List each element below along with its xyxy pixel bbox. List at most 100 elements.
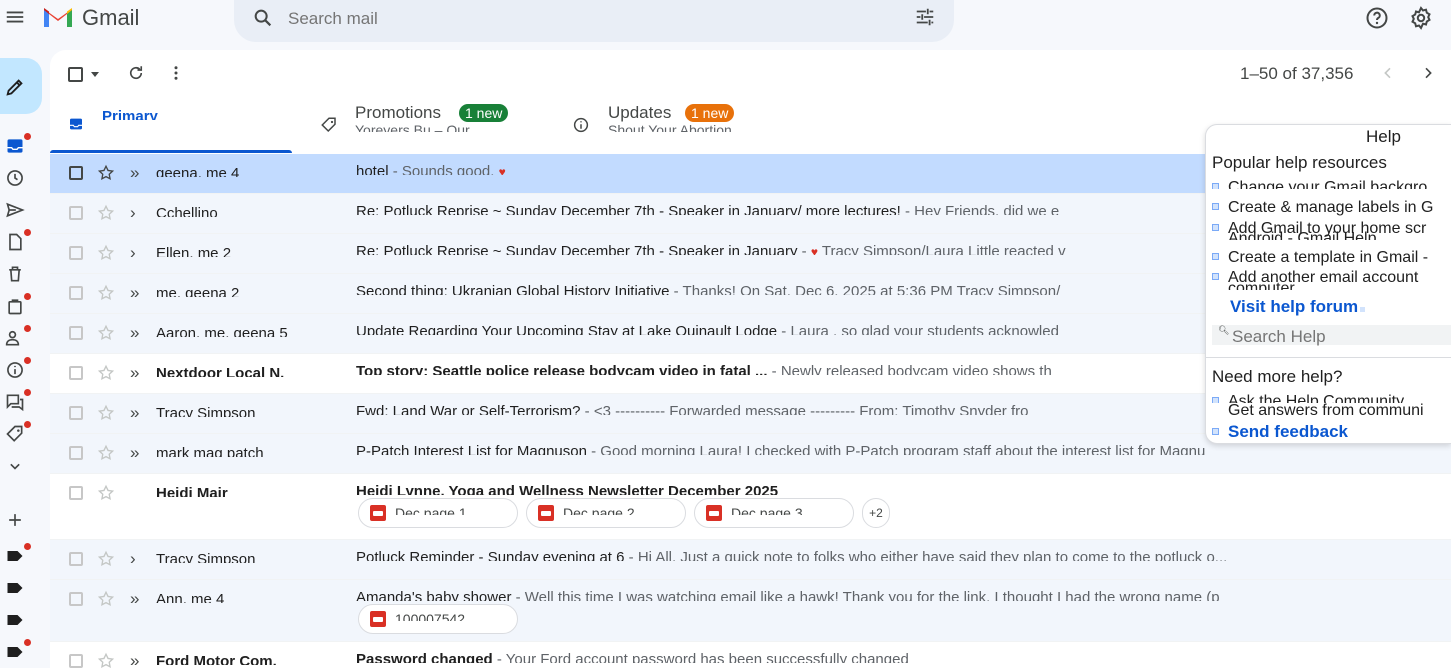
tab-primary[interactable]: Primary: [50, 98, 292, 154]
inbox-icon[interactable]: [5, 133, 31, 156]
select-all-checkbox[interactable]: [68, 67, 83, 82]
search-options-icon[interactable]: [914, 6, 936, 28]
row-checkbox[interactable]: [69, 326, 83, 340]
row-checkbox[interactable]: [69, 246, 83, 260]
tab-promotions[interactable]: Promotions 1 new Yoreyers Bu – Our: [306, 98, 556, 154]
help-icon[interactable]: [1365, 6, 1389, 30]
visit-help-forum-link[interactable]: Visit help forum: [1230, 297, 1366, 317]
compose-button[interactable]: [0, 58, 42, 114]
trash-icon[interactable]: [5, 264, 25, 284]
row-checkbox[interactable]: [69, 366, 83, 380]
help-article-link[interactable]: computer: [1228, 280, 1295, 290]
select-dropdown-icon[interactable]: [90, 69, 100, 79]
help-article-link[interactable]: Create & manage labels in G: [1212, 199, 1433, 216]
label-icon[interactable]: [5, 578, 25, 598]
more-help-heading: Need more help?: [1212, 367, 1343, 386]
table-row[interactable]: » Ann, me 4 Amanda's baby shower - Well th…: [50, 580, 1451, 642]
older-page-icon[interactable]: [1380, 65, 1396, 81]
gear-icon[interactable]: [1409, 6, 1433, 30]
importance-marker-icon[interactable]: »: [130, 444, 139, 462]
row-checkbox[interactable]: [69, 592, 83, 606]
heart-icon: ♥: [498, 165, 506, 175]
importance-marker-icon[interactable]: ›: [130, 550, 136, 568]
star-icon[interactable]: [97, 404, 115, 422]
help-article-link[interactable]: Create a template in Gmail -: [1212, 249, 1428, 266]
table-row[interactable]: » Ford Motor Com. Password changed - Your …: [50, 642, 1451, 668]
star-icon[interactable]: [97, 244, 115, 262]
importance-marker-icon[interactable]: »: [130, 324, 139, 342]
email-sender: geena, me 4: [156, 166, 240, 177]
star-icon[interactable]: [97, 284, 115, 302]
star-icon[interactable]: [97, 652, 115, 668]
more-options-icon[interactable]: [167, 64, 185, 82]
email-subject: Update Regarding Your Upcoming Stay at L…: [356, 324, 778, 335]
email-subject: Fwd: Land War or Self-Terrorism?: [356, 404, 581, 415]
row-checkbox[interactable]: [69, 446, 83, 460]
attachment-chip[interactable]: Dec page 3: [694, 498, 854, 528]
importance-marker-icon[interactable]: »: [130, 284, 139, 302]
attachment-chip[interactable]: 100007542: [358, 604, 518, 634]
help-search-input[interactable]: [1232, 327, 1432, 347]
tab-updates[interactable]: Updates 1 new Shout Your Abortion: [560, 98, 810, 154]
table-row[interactable]: Heidi Mair Heidi Lynne, Yoga and Wellness…: [50, 474, 1451, 540]
row-checkbox[interactable]: [69, 286, 83, 300]
attachment-chip[interactable]: Dec page 1: [358, 498, 518, 528]
notification-dot: [24, 543, 31, 550]
row-checkbox[interactable]: [69, 206, 83, 220]
notification-dot: [24, 639, 31, 646]
email-sender: Nextdoor Local N.: [156, 366, 285, 377]
row-checkbox[interactable]: [69, 654, 83, 668]
importance-marker-icon[interactable]: ›: [130, 204, 136, 222]
star-icon[interactable]: [97, 550, 115, 568]
importance-marker-icon[interactable]: ›: [130, 244, 136, 262]
help-community-subtitle: Get answers from communi: [1228, 402, 1424, 419]
divider: [1206, 357, 1451, 358]
star-icon[interactable]: [97, 204, 115, 222]
help-search-box[interactable]: 🔍︎: [1212, 325, 1451, 347]
row-checkbox[interactable]: [69, 406, 83, 420]
label-icon[interactable]: [5, 639, 31, 662]
star-icon[interactable]: [97, 444, 115, 462]
importance-marker-icon[interactable]: »: [130, 364, 139, 382]
importance-marker-icon[interactable]: »: [130, 590, 139, 608]
star-icon[interactable]: [97, 324, 115, 342]
label-icon[interactable]: [5, 610, 25, 630]
tab-label: Primary: [102, 110, 158, 120]
send-feedback-link[interactable]: Send feedback: [1212, 423, 1348, 440]
sent-icon[interactable]: [5, 200, 25, 220]
social-icon[interactable]: [5, 325, 31, 348]
attachment-chip[interactable]: Dec page 2: [526, 498, 686, 528]
search-icon[interactable]: [252, 7, 274, 29]
purchases-icon[interactable]: [5, 293, 31, 316]
help-article-link[interactable]: Android - Gmail Help: [1228, 230, 1377, 240]
create-label-icon[interactable]: [5, 510, 25, 530]
importance-marker-icon[interactable]: »: [130, 164, 139, 182]
importance-marker-icon[interactable]: »: [130, 404, 139, 422]
email-snippet: - Your Ford account password has been su…: [492, 652, 909, 663]
search-input[interactable]: [288, 7, 868, 31]
refresh-icon[interactable]: [127, 64, 145, 82]
updates-icon[interactable]: [5, 357, 31, 380]
star-icon[interactable]: [97, 484, 115, 502]
promotions-icon[interactable]: [5, 421, 31, 444]
star-icon[interactable]: [97, 590, 115, 608]
star-icon[interactable]: [97, 364, 115, 382]
newer-page-icon[interactable]: [1420, 65, 1436, 81]
left-rail: [0, 56, 48, 668]
star-icon[interactable]: [97, 164, 115, 182]
search-bar[interactable]: [234, 0, 954, 42]
row-checkbox[interactable]: [69, 552, 83, 566]
drafts-icon[interactable]: [5, 229, 31, 252]
gmail-logo-icon[interactable]: [42, 4, 74, 30]
snoozed-icon[interactable]: [5, 168, 25, 188]
label-icon[interactable]: [5, 543, 31, 566]
help-article-link[interactable]: Change your Gmail backgro: [1212, 179, 1427, 189]
row-checkbox[interactable]: [69, 166, 83, 180]
table-row[interactable]: › Tracy Simpson Potluck Reminder - Sunday …: [50, 540, 1451, 580]
forums-icon[interactable]: [5, 389, 31, 412]
importance-marker-icon[interactable]: »: [130, 652, 139, 668]
main-menu-icon[interactable]: [4, 6, 26, 28]
more-icon[interactable]: [5, 456, 25, 476]
row-checkbox[interactable]: [69, 486, 83, 500]
more-attachments-button[interactable]: +2: [862, 498, 890, 528]
